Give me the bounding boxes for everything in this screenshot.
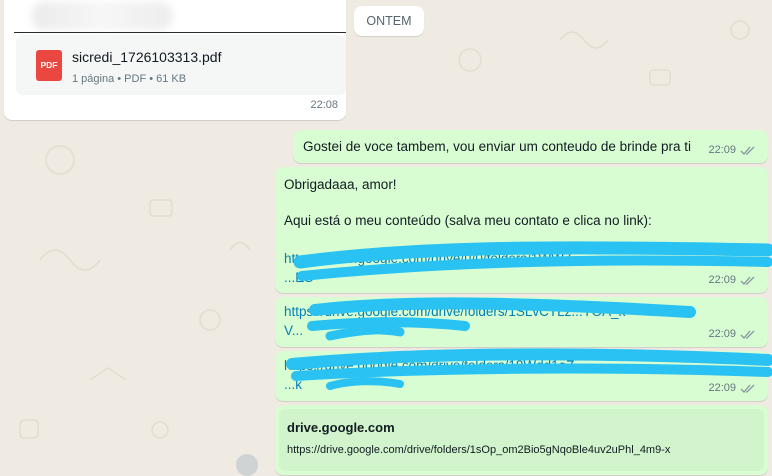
divider-line bbox=[14, 32, 346, 33]
drive-link-3-cont[interactable]: ...k bbox=[284, 375, 302, 394]
message-line-1: Obrigadaaa, amor! bbox=[284, 177, 397, 192]
preview-domain: drive.google.com bbox=[287, 420, 395, 435]
read-ticks-icon bbox=[740, 146, 755, 155]
message-text: Gostei de voce tambem, vou enviar um con… bbox=[303, 139, 691, 154]
drive-link-1-cont[interactable]: ...ES bbox=[284, 268, 313, 287]
message-time: 22:08 bbox=[310, 99, 338, 111]
file-info: 1 página • PDF • 61 KB bbox=[72, 73, 187, 85]
message-meta: 22:09 bbox=[708, 379, 756, 398]
message-time: 22:09 bbox=[708, 382, 736, 394]
date-divider: ONTEM bbox=[354, 6, 424, 36]
file-name: sicredi_1726103313.pdf bbox=[72, 49, 222, 65]
blurred-sender-area bbox=[32, 2, 172, 30]
preview-url: https://drive.google.com/drive/folders/1… bbox=[287, 444, 671, 456]
file-message[interactable]: PDF sicredi_1726103313.pdf 1 página • PD… bbox=[4, 0, 346, 120]
drive-link-2[interactable]: https://drive.google.com/drive/folders/1… bbox=[284, 302, 630, 321]
message-time: 22:09 bbox=[708, 144, 736, 156]
outgoing-message-4[interactable]: https://drive.google.com/drive/folders/1… bbox=[275, 351, 768, 401]
drive-link-1[interactable]: https://drive.google.com/drive/u/0/folde… bbox=[284, 249, 583, 268]
drive-link-2-cont[interactable]: V... bbox=[284, 321, 303, 340]
message-meta: 22:09 bbox=[708, 325, 756, 344]
pdf-attachment[interactable]: PDF sicredi_1726103313.pdf 1 página • PD… bbox=[16, 35, 346, 95]
drive-link-3[interactable]: https://drive.google.com/drive/folders/1… bbox=[284, 356, 586, 375]
read-ticks-icon bbox=[740, 276, 755, 285]
scroll-down-button[interactable] bbox=[236, 454, 258, 476]
outgoing-message-2[interactable]: Obrigadaaa, amor! Aqui está o meu conteú… bbox=[275, 167, 768, 293]
message-time: 22:09 bbox=[708, 274, 736, 286]
link-preview-card[interactable]: drive.google.com https://drive.google.co… bbox=[279, 409, 764, 471]
message-meta: 22:08 bbox=[310, 96, 338, 115]
outgoing-message-1[interactable]: Gostei de voce tambem, vou enviar um con… bbox=[293, 130, 768, 163]
pdf-icon-label: PDF bbox=[40, 60, 58, 70]
message-time: 22:09 bbox=[708, 328, 736, 340]
outgoing-message-5[interactable]: drive.google.com https://drive.google.co… bbox=[275, 405, 768, 475]
message-meta: 22:09 bbox=[708, 271, 756, 290]
read-ticks-icon bbox=[740, 330, 755, 339]
message-meta: 22:09 bbox=[708, 141, 756, 160]
pdf-file-icon: PDF bbox=[36, 50, 62, 81]
outgoing-message-3[interactable]: https://drive.google.com/drive/folders/1… bbox=[275, 297, 768, 347]
message-line-2: Aqui está o meu conteúdo (salva meu cont… bbox=[284, 213, 652, 228]
read-ticks-icon bbox=[740, 384, 755, 393]
